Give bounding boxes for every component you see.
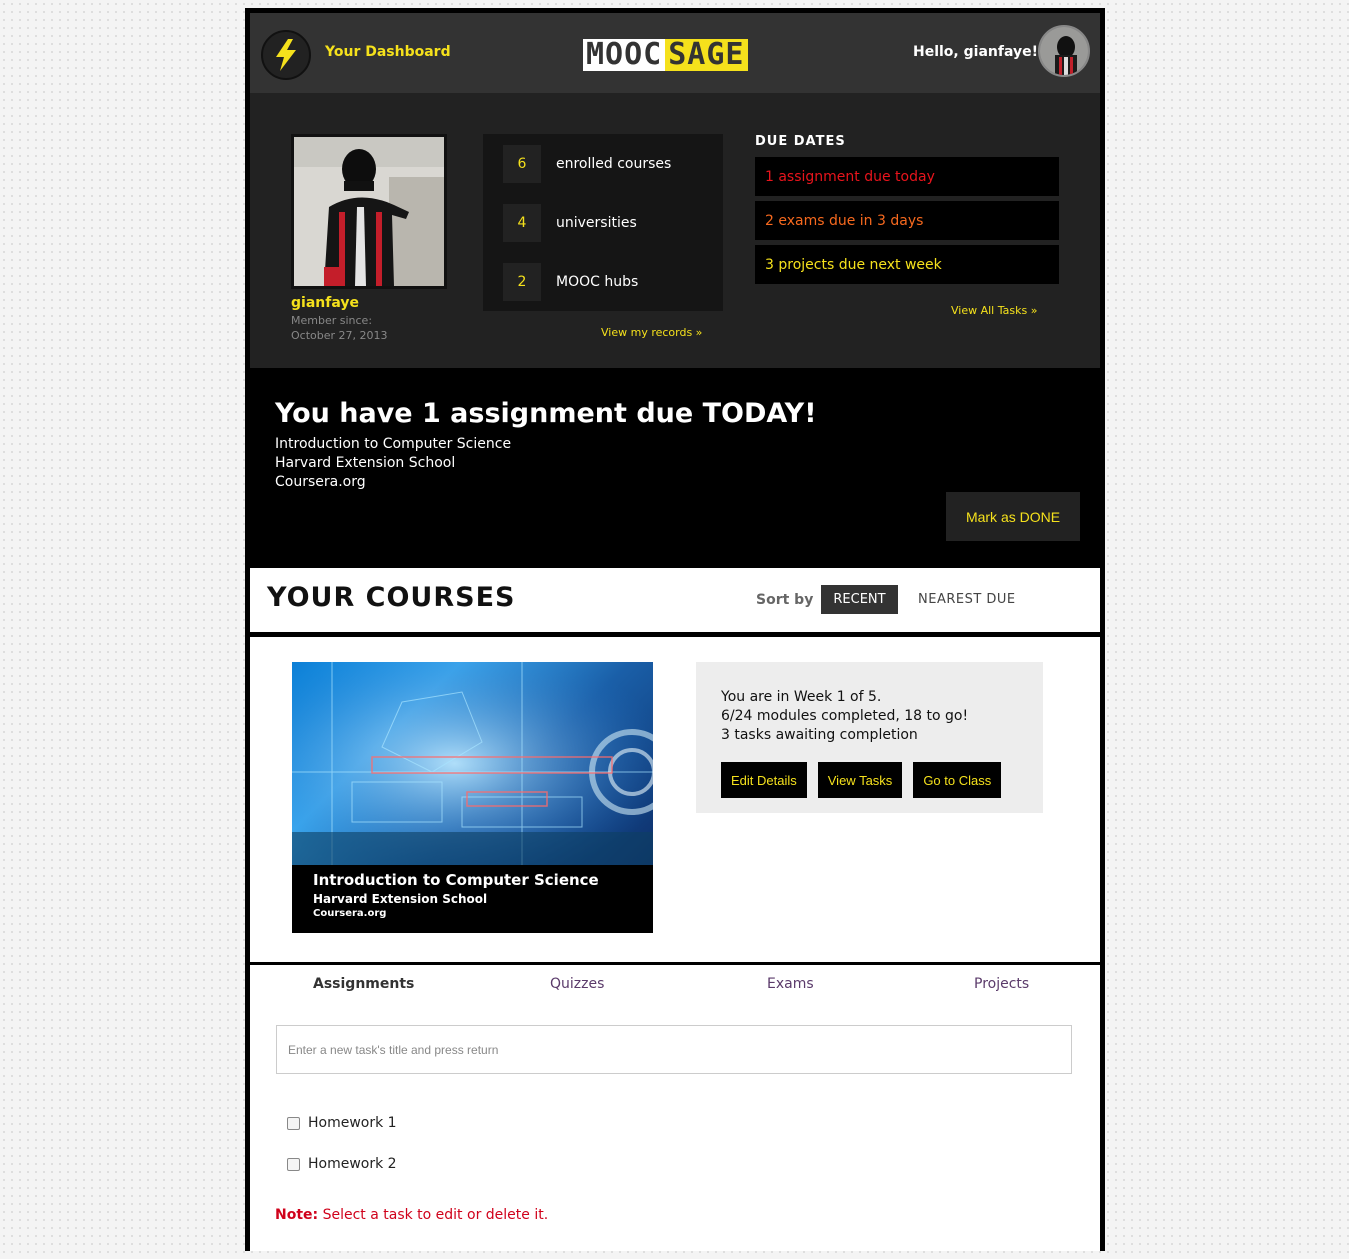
stat-value: 6 — [503, 145, 541, 183]
due-item-today[interactable]: 1 assignment due today — [755, 157, 1059, 196]
course-card: Introduction to Computer Science Harvard… — [250, 637, 1100, 962]
tasks-panel: Assignments Quizzes Exams Projects Homew… — [250, 965, 1100, 1251]
due-item-text: 2 exams due in 3 days — [765, 212, 924, 229]
task-checkbox[interactable] — [287, 1157, 300, 1171]
sort-recent-button[interactable]: RECENT — [821, 585, 898, 614]
course-image[interactable] — [292, 662, 653, 865]
stat-value: 4 — [503, 204, 541, 242]
due-item-projects[interactable]: 3 projects due next week — [755, 245, 1059, 284]
courses-title: YOUR COURSES — [267, 582, 516, 613]
stat-mooc-hubs: 2 MOOC hubs — [503, 263, 638, 301]
alert-school: Harvard Extension School — [275, 455, 456, 471]
alert-title: You have 1 assignment due TODAY! — [275, 398, 817, 429]
page-frame: Your Dashboard MOOC SAGE Hello, gianfaye… — [245, 8, 1105, 1251]
profile-panel: gianfaye Member since: October 27, 2013 … — [250, 93, 1100, 368]
top-bar: Your Dashboard MOOC SAGE Hello, gianfaye… — [250, 13, 1100, 93]
due-item-text: 3 projects due next week — [765, 256, 942, 273]
view-all-tasks-link[interactable]: View All Tasks » — [951, 304, 1037, 317]
tab-projects[interactable]: Projects — [974, 976, 1029, 992]
stat-enrolled-courses: 6 enrolled courses — [503, 145, 671, 183]
profile-photo — [291, 134, 447, 289]
stat-universities: 4 universities — [503, 204, 637, 242]
note-label: Note: — [275, 1207, 319, 1223]
due-item-exams[interactable]: 2 exams due in 3 days — [755, 201, 1059, 240]
course-platform: Coursera.org — [313, 908, 387, 919]
stat-label: universities — [556, 215, 637, 231]
sort-by-label: Sort by — [756, 592, 814, 608]
member-since-date: October 27, 2013 — [291, 329, 388, 342]
view-tasks-button[interactable]: View Tasks — [817, 762, 903, 798]
sort-nearest-due-button[interactable]: NEAREST DUE — [918, 592, 1016, 607]
course-title[interactable]: Introduction to Computer Science — [313, 871, 632, 889]
task-item-homework-2[interactable]: Homework 2 — [287, 1156, 397, 1172]
tasks-awaiting-text: 3 tasks awaiting completion — [721, 727, 918, 743]
alert-platform: Coursera.org — [275, 474, 366, 490]
tasks-note: Note: Select a task to edit or delete it… — [275, 1207, 548, 1223]
due-today-alert: You have 1 assignment due TODAY! Introdu… — [250, 368, 1100, 568]
tab-assignments[interactable]: Assignments — [313, 976, 414, 992]
mooc-sage-logo[interactable]: MOOC SAGE — [583, 39, 748, 71]
greeting: Hello, gianfaye! — [913, 44, 1038, 60]
due-dates-title: DUE DATES — [755, 134, 846, 149]
stats-box: 6 enrolled courses 4 universities 2 MOOC… — [483, 134, 723, 311]
task-item-homework-1[interactable]: Homework 1 — [287, 1115, 397, 1131]
go-to-class-button[interactable]: Go to Class — [913, 762, 1002, 798]
member-since-label: Member since: — [291, 314, 373, 327]
stat-value: 2 — [503, 263, 541, 301]
courses-header: YOUR COURSES Sort by RECENT NEAREST DUE — [250, 568, 1100, 632]
profile-username[interactable]: gianfaye — [291, 295, 359, 311]
week-progress-text: You are in Week 1 of 5. — [721, 689, 882, 705]
course-progress-box: You are in Week 1 of 5. 6/24 modules com… — [696, 662, 1043, 813]
member-since: Member since: October 27, 2013 — [291, 313, 388, 343]
course-school: Harvard Extension School — [313, 892, 488, 906]
task-label: Homework 2 — [308, 1156, 397, 1172]
edit-details-button[interactable]: Edit Details — [721, 762, 807, 798]
mark-done-button[interactable]: Mark as DONE — [946, 492, 1080, 541]
stat-label: MOOC hubs — [556, 274, 639, 290]
new-task-input[interactable] — [276, 1025, 1072, 1074]
tab-quizzes[interactable]: Quizzes — [550, 976, 604, 992]
task-label: Homework 1 — [308, 1115, 397, 1131]
logo-mooc: MOOC — [583, 39, 666, 71]
task-checkbox[interactable] — [287, 1116, 300, 1130]
tab-exams[interactable]: Exams — [767, 976, 814, 992]
course-actions: Edit Details View Tasks Go to Class — [721, 762, 1018, 798]
logo-sage: SAGE — [665, 39, 748, 71]
lightning-bolt-icon[interactable] — [261, 30, 311, 80]
alert-course: Introduction to Computer Science — [275, 436, 512, 452]
course-caption: Introduction to Computer Science Harvard… — [292, 865, 653, 933]
due-item-text: 1 assignment due today — [765, 168, 935, 185]
stat-label: enrolled courses — [556, 156, 672, 172]
note-text: Select a task to edit or delete it. — [322, 1207, 549, 1223]
modules-progress-text: 6/24 modules completed, 18 to go! — [721, 708, 969, 724]
dashboard-link[interactable]: Your Dashboard — [325, 44, 451, 60]
user-avatar[interactable] — [1038, 25, 1090, 77]
view-records-link[interactable]: View my records » — [601, 326, 702, 339]
